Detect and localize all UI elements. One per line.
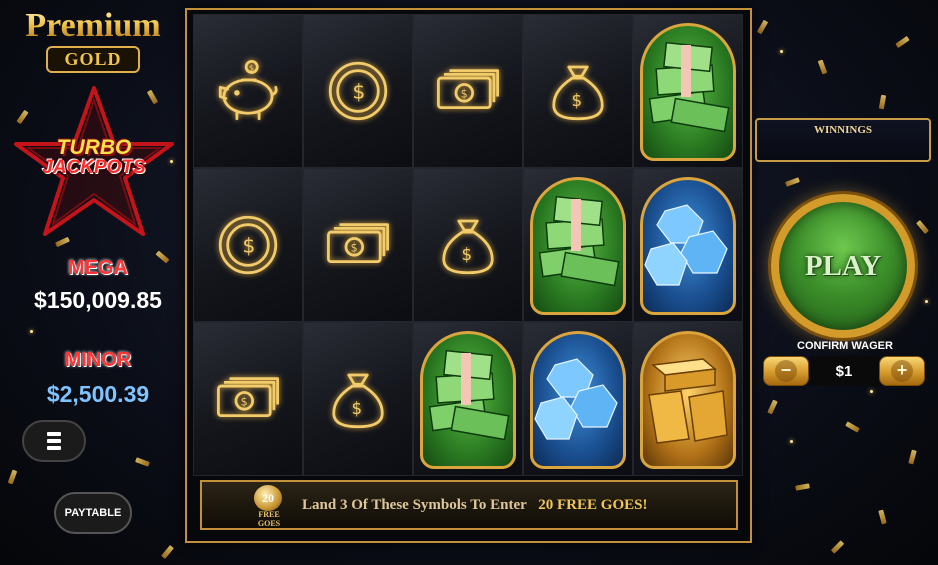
free-goes-coin-caption: FREE GOES (252, 510, 286, 528)
svg-text:$: $ (461, 87, 468, 100)
svg-text:$: $ (241, 395, 248, 408)
cell-coin[interactable]: $ (193, 168, 303, 322)
diamonds-icon (644, 204, 728, 286)
turbo-text: TURBO (56, 136, 132, 159)
money-bag-icon: $ (442, 219, 494, 275)
cash-stack-badge (640, 23, 736, 161)
cell-diamonds[interactable] (523, 322, 633, 476)
cell-diamonds[interactable] (633, 168, 743, 322)
logo-badge: GOLD (46, 46, 140, 73)
confirm-wager-label: CONFIRM WAGER (797, 340, 893, 352)
cell-money-bag[interactable]: $ (413, 168, 523, 322)
svg-text:$: $ (572, 91, 583, 110)
free-goes-coin-icon: 20 (254, 485, 282, 511)
svg-text:$: $ (242, 233, 255, 257)
minor-jackpot-value: $2,500.39 (46, 381, 150, 407)
paytable-button[interactable]: PAYTABLE (54, 492, 132, 534)
cash-stack-badge (420, 331, 516, 469)
cell-money-bag[interactable]: $ (523, 14, 633, 168)
cell-banknotes[interactable]: $ (303, 168, 413, 322)
cell-cash-stack[interactable] (633, 14, 743, 168)
diamonds-badge (530, 331, 626, 469)
money-bag-icon: $ (332, 373, 384, 429)
wager-value: $1 (809, 356, 879, 386)
coin-icon: $ (218, 215, 278, 275)
cell-cash-stack[interactable] (413, 322, 523, 476)
game-logo: Premium GOLD (4, 8, 182, 73)
svg-text:$: $ (352, 79, 365, 103)
cell-cash-stack[interactable] (523, 168, 633, 322)
cell-piggy-bank[interactable]: $ (193, 14, 303, 168)
banknotes-icon: $ (327, 223, 389, 264)
turbo-jackpots-logo: TURBO JACKPOTS (10, 86, 178, 236)
svg-text:$: $ (249, 63, 254, 73)
banknotes-icon: $ (437, 69, 499, 110)
increase-wager-button[interactable]: + (879, 356, 925, 386)
banner-message: Land 3 Of These Symbols To Enter 20 FREE… (302, 497, 647, 514)
cash-stack-icon (538, 195, 620, 287)
banknotes-icon: $ (217, 377, 279, 418)
cell-gold-bars[interactable] (633, 322, 743, 476)
winnings-label: WINNINGS (813, 124, 873, 136)
minor-jackpot-label: MINOR (64, 349, 132, 371)
svg-text:$: $ (352, 399, 363, 418)
gold-bars-badge (640, 331, 736, 469)
play-button[interactable]: PLAY (771, 194, 915, 338)
banner-highlight: 20 FREE GOES! (538, 497, 648, 513)
wager-stepper: − $1 + (763, 356, 927, 386)
cash-stack-icon (648, 41, 730, 133)
play-label: PLAY (804, 249, 882, 282)
banner-text: Land 3 Of These Symbols To Enter (302, 497, 527, 513)
piggy-bank-icon: $ (218, 60, 278, 121)
jackpots-text: JACKPOTS (42, 157, 146, 178)
free-goes-word-2: GOES (257, 519, 281, 528)
cash-stack-badge (530, 177, 626, 315)
mega-jackpot-label: MEGA (68, 257, 128, 279)
scratch-board: $ $ $ $ $ $ $ $ $ (193, 14, 743, 476)
free-goes-banner: 20 FREE GOES Land 3 Of These Symbols To … (200, 480, 738, 530)
winnings-panel: WINNINGS (755, 118, 931, 162)
logo-title: Premium (4, 8, 182, 44)
decrease-wager-button[interactable]: − (763, 356, 809, 386)
mega-jackpot-value: $150,009.85 (34, 287, 162, 313)
cell-money-bag[interactable]: $ (303, 322, 413, 476)
money-bag-icon: $ (552, 65, 604, 121)
cell-banknotes[interactable]: $ (193, 322, 303, 476)
menu-button[interactable] (22, 420, 86, 462)
diamonds-icon (534, 358, 618, 440)
free-goes-word-1: FREE (258, 510, 280, 519)
plus-icon: + (891, 360, 913, 382)
minus-icon: − (775, 360, 797, 382)
coin-icon: $ (328, 61, 388, 121)
cell-banknotes[interactable]: $ (413, 14, 523, 168)
hamburger-icon (47, 432, 61, 450)
svg-text:$: $ (462, 245, 473, 264)
svg-text:$: $ (351, 241, 358, 254)
cell-coin[interactable]: $ (303, 14, 413, 168)
diamonds-badge (640, 177, 736, 315)
gold-bars-icon (648, 358, 728, 444)
cash-stack-icon (428, 349, 510, 441)
